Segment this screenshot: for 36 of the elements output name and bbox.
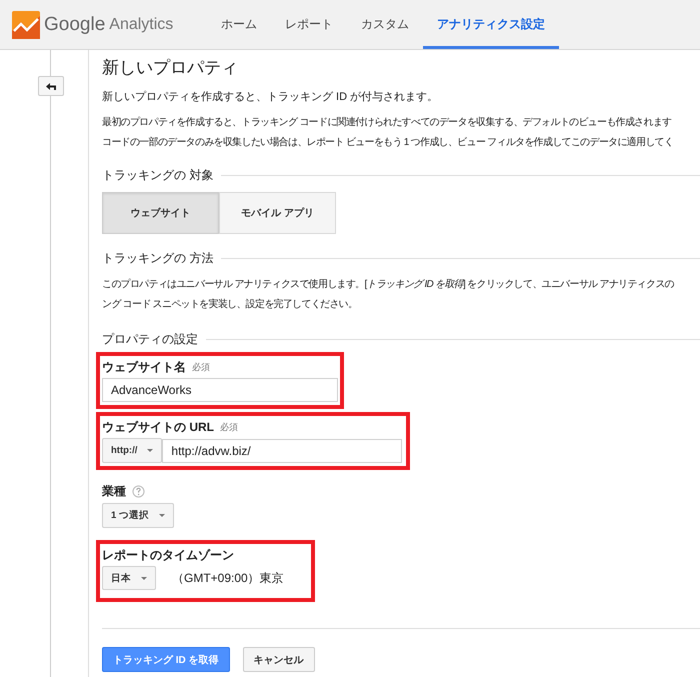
- protocol-dropdown[interactable]: http://: [102, 438, 162, 463]
- caret-icon: [147, 449, 154, 452]
- analytics-logo-icon: [12, 10, 40, 38]
- method-text: ング コード スニペットを実装し、設定を完了してください。: [102, 298, 358, 312]
- required-note: 必須: [192, 360, 210, 374]
- back-button[interactable]: [38, 76, 64, 96]
- industry-dropdown[interactable]: 1 つ選択: [102, 503, 174, 528]
- caret-icon: [141, 576, 147, 580]
- logo-subtext: Analytics: [109, 16, 174, 34]
- nav-tab[interactable]: アナリティクス設定: [423, 3, 559, 49]
- field-label: ウェブサイト名: [102, 358, 186, 376]
- nav-tab[interactable]: カスタム: [347, 3, 423, 49]
- section-heading: トラッキングの 対象: [102, 167, 214, 184]
- field-label: 業種: [102, 482, 126, 500]
- timezone-text: （GMT+09:00）東京: [172, 570, 284, 586]
- page-title: 新しいプロパティ: [102, 57, 239, 79]
- field-label: レポートのタイムゾーン: [102, 546, 234, 564]
- section-heading: トラッキングの 方法: [102, 250, 214, 267]
- nav-tab[interactable]: レポート: [271, 3, 347, 49]
- method-text: このプロパティはユニバーサル アナリティクスで使用します。[トラッキング ID を取得] をクリックして、ユニバーサル アナリティクスの: [102, 278, 675, 292]
- target-option[interactable]: モバイル アプリ: [219, 192, 336, 234]
- field-label: ウェブサイトの URL: [102, 418, 214, 436]
- nav-tab[interactable]: ホーム: [207, 3, 271, 49]
- description-text: 最初のプロパティを作成すると、トラッキング コードに関連付けられたすべてのデータを収集する、デフォルトのビューも作成されます: [102, 116, 672, 130]
- back-arrow-icon: [45, 82, 57, 90]
- description-text: コードの一部のデータのみを収集したい場合は、レポート ビューをもう 1 つ作成し、ビュー フィルタを作成してこのデータに適用してく: [102, 136, 674, 150]
- required-note: 必須: [220, 420, 238, 434]
- country-dropdown[interactable]: 日本: [102, 566, 156, 590]
- intro-text: 新しいプロパティを作成すると、トラッキング ID が付与されます。: [102, 90, 440, 104]
- cancel-button[interactable]: キャンセル: [242, 647, 315, 672]
- website-url-field[interactable]: http://advw.biz/: [162, 438, 402, 462]
- caret-icon: [158, 514, 165, 517]
- website-name-field[interactable]: AdvanceWorks: [102, 378, 338, 402]
- target-option[interactable]: ウェブサイト: [102, 192, 219, 234]
- logo-text: Google: [44, 14, 106, 36]
- section-heading: プロパティの設定: [102, 331, 198, 348]
